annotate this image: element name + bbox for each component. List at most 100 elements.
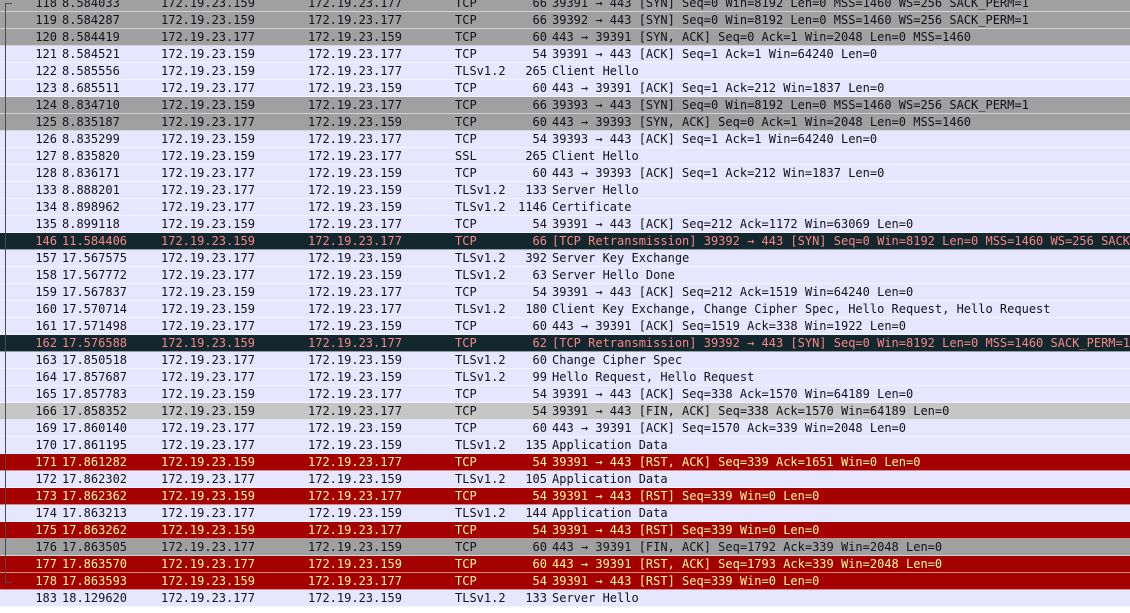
- packet-length: 133: [525, 183, 547, 197]
- packet-time: 8.898962: [62, 200, 120, 214]
- packet-protocol: TCP: [455, 574, 477, 588]
- packet-time: 17.863593: [62, 574, 128, 588]
- packet-length: 180: [525, 302, 547, 316]
- packet-time: 8.584521: [62, 47, 120, 61]
- packet-row[interactable]: 176 17.863505 172.19.23.177 172.19.23.159 TC…: [0, 539, 1130, 556]
- packet-row[interactable]: 183 18.129620 172.19.23.177 172.19.23.159 TL…: [0, 590, 1130, 607]
- packet-time: 17.576588: [62, 336, 128, 350]
- packet-row[interactable]: 173 17.862362 172.19.23.159 172.19.23.177 TC…: [0, 488, 1130, 505]
- packet-time: 17.863570: [62, 557, 128, 571]
- packet-protocol: TCP: [455, 115, 477, 129]
- packet-time: 17.567837: [62, 285, 128, 299]
- packet-info: 443 → 39391 [RST, ACK] Seq=1793 Ack=339 …: [552, 557, 943, 571]
- packet-time: 8.585556: [62, 64, 120, 78]
- packet-destination: 172.19.23.177: [308, 217, 402, 231]
- packet-row[interactable]: 119 8.584287 172.19.23.159 172.19.23.177 TCP…: [0, 12, 1130, 29]
- packet-destination: 172.19.23.159: [308, 115, 402, 129]
- packet-length: 62: [532, 336, 547, 350]
- packet-row[interactable]: 157 17.567575 172.19.23.177 172.19.23.159 TL…: [0, 250, 1130, 267]
- packet-time: 17.860140: [62, 421, 128, 435]
- packet-row[interactable]: 174 17.863213 172.19.23.177 172.19.23.159 TL…: [0, 505, 1130, 522]
- packet-source: 172.19.23.159: [161, 0, 255, 10]
- packet-row[interactable]: 133 8.888201 172.19.23.177 172.19.23.159 TLS…: [0, 182, 1130, 199]
- packet-info: Hello Request, Hello Request: [552, 370, 755, 384]
- packet-source: 172.19.23.159: [161, 404, 255, 418]
- packet-length: 105: [525, 472, 547, 486]
- packet-source: 172.19.23.177: [161, 30, 255, 44]
- packet-source: 172.19.23.177: [161, 268, 255, 282]
- packet-row[interactable]: 163 17.850518 172.19.23.177 172.19.23.159 TL…: [0, 352, 1130, 369]
- packet-destination: 172.19.23.177: [308, 64, 402, 78]
- packet-destination: 172.19.23.159: [308, 166, 402, 180]
- packet-source: 172.19.23.177: [161, 353, 255, 367]
- packet-destination: 172.19.23.177: [308, 0, 402, 10]
- packet-info: [TCP Retransmission] 39392 → 443 [SYN] S…: [552, 234, 1130, 248]
- packet-destination: 172.19.23.159: [308, 81, 402, 95]
- packet-destination: 172.19.23.159: [308, 557, 402, 571]
- packet-row[interactable]: 171 17.861282 172.19.23.159 172.19.23.177 TC…: [0, 454, 1130, 471]
- packet-row[interactable]: 161 17.571498 172.19.23.177 172.19.23.159 TC…: [0, 318, 1130, 335]
- packet-row[interactable]: 166 17.858352 172.19.23.159 172.19.23.177 TC…: [0, 403, 1130, 420]
- packet-source: 172.19.23.159: [161, 387, 255, 401]
- packet-info: 39391 → 443 [RST, ACK] Seq=339 Ack=1651 …: [552, 455, 921, 469]
- packet-info: 39391 → 443 [ACK] Seq=1 Ack=1 Win=64240 …: [552, 47, 878, 61]
- packet-time: 8.835187: [62, 115, 120, 129]
- packet-time: 8.835299: [62, 132, 120, 146]
- packet-protocol: TCP: [455, 13, 477, 27]
- packet-destination: 172.19.23.177: [308, 455, 402, 469]
- packet-length: 54: [532, 285, 547, 299]
- packet-time: 8.834710: [62, 98, 120, 112]
- packet-source: 172.19.23.159: [161, 336, 255, 350]
- packet-row[interactable]: 121 8.584521 172.19.23.159 172.19.23.177 TCP…: [0, 46, 1130, 63]
- packet-row[interactable]: 164 17.857687 172.19.23.177 172.19.23.159 TL…: [0, 369, 1130, 386]
- packet-info: 39391 → 443 [SYN] Seq=0 Win=8192 Len=0 M…: [552, 0, 1029, 10]
- packet-length: 60: [532, 81, 547, 95]
- packet-row[interactable]: 177 17.863570 172.19.23.177 172.19.23.159 TC…: [0, 556, 1130, 573]
- packet-row[interactable]: 160 17.570714 172.19.23.159 172.19.23.177 TL…: [0, 301, 1130, 318]
- packet-length: 54: [532, 217, 547, 231]
- packet-row[interactable]: 175 17.863262 172.19.23.159 172.19.23.177 TC…: [0, 522, 1130, 539]
- packet-row[interactable]: 125 8.835187 172.19.23.177 172.19.23.159 TCP…: [0, 114, 1130, 131]
- packet-row[interactable]: 162 17.576588 172.19.23.159 172.19.23.177 TC…: [0, 335, 1130, 352]
- packet-destination: 172.19.23.177: [308, 336, 402, 350]
- packet-row[interactable]: 120 8.584419 172.19.23.177 172.19.23.159 TCP…: [0, 29, 1130, 46]
- packet-info: Change Cipher Spec: [552, 353, 683, 367]
- packet-protocol: TCP: [455, 234, 477, 248]
- packet-row[interactable]: 128 8.836171 172.19.23.177 172.19.23.159 TCP…: [0, 165, 1130, 182]
- packet-destination: 172.19.23.177: [308, 302, 402, 316]
- packet-protocol: TCP: [455, 540, 477, 554]
- packet-row[interactable]: 118 8.584033 172.19.23.159 172.19.23.177 TCP…: [0, 0, 1130, 12]
- packet-row[interactable]: 135 8.899118 172.19.23.159 172.19.23.177 TCP…: [0, 216, 1130, 233]
- packet-row[interactable]: 170 17.861195 172.19.23.177 172.19.23.159 TL…: [0, 437, 1130, 454]
- packet-row[interactable]: 146 11.584406 172.19.23.159 172.19.23.177 TC…: [0, 233, 1130, 250]
- packet-source: 172.19.23.159: [161, 64, 255, 78]
- packet-row[interactable]: 127 8.835820 172.19.23.159 172.19.23.177 SSL…: [0, 148, 1130, 165]
- packet-row[interactable]: 123 8.685511 172.19.23.177 172.19.23.159 TCP…: [0, 80, 1130, 97]
- packet-list[interactable]: 118 8.584033 172.19.23.159 172.19.23.177 TCP…: [0, 0, 1130, 613]
- packet-destination: 172.19.23.159: [308, 472, 402, 486]
- packet-info: Server Key Exchange: [552, 251, 690, 265]
- packet-row[interactable]: 165 17.857783 172.19.23.159 172.19.23.177 TC…: [0, 386, 1130, 403]
- packet-row[interactable]: 169 17.860140 172.19.23.177 172.19.23.159 TC…: [0, 420, 1130, 437]
- packet-row[interactable]: 159 17.567837 172.19.23.159 172.19.23.177 TC…: [0, 284, 1130, 301]
- packet-row[interactable]: 122 8.585556 172.19.23.159 172.19.23.177 TLS…: [0, 63, 1130, 80]
- packet-destination: 172.19.23.159: [308, 370, 402, 384]
- packet-length: 66: [532, 13, 547, 27]
- packet-destination: 172.19.23.177: [308, 98, 402, 112]
- packet-info: Application Data: [552, 438, 668, 452]
- packet-info: 443 → 39393 [SYN, ACK] Seq=0 Ack=1 Win=2…: [552, 115, 972, 129]
- packet-row[interactable]: 126 8.835299 172.19.23.159 172.19.23.177 TCP…: [0, 131, 1130, 148]
- packet-row[interactable]: 158 17.567772 172.19.23.177 172.19.23.159 TL…: [0, 267, 1130, 284]
- packet-row[interactable]: 124 8.834710 172.19.23.159 172.19.23.177 TCP…: [0, 97, 1130, 114]
- packet-source: 172.19.23.177: [161, 591, 255, 605]
- packet-length: 54: [532, 523, 547, 537]
- packet-length: 60: [532, 353, 547, 367]
- packet-row[interactable]: 134 8.898962 172.19.23.177 172.19.23.159 TLS…: [0, 199, 1130, 216]
- packet-source: 172.19.23.159: [161, 574, 255, 588]
- packet-info: 39391 → 443 [RST] Seq=339 Win=0 Len=0: [552, 489, 820, 503]
- packet-row[interactable]: 172 17.862302 172.19.23.177 172.19.23.159 TL…: [0, 471, 1130, 488]
- packet-length: 66: [532, 0, 547, 10]
- packet-destination: 172.19.23.159: [308, 251, 402, 265]
- packet-row[interactable]: 178 17.863593 172.19.23.159 172.19.23.177 TC…: [0, 573, 1130, 590]
- packet-time: 17.850518: [62, 353, 128, 367]
